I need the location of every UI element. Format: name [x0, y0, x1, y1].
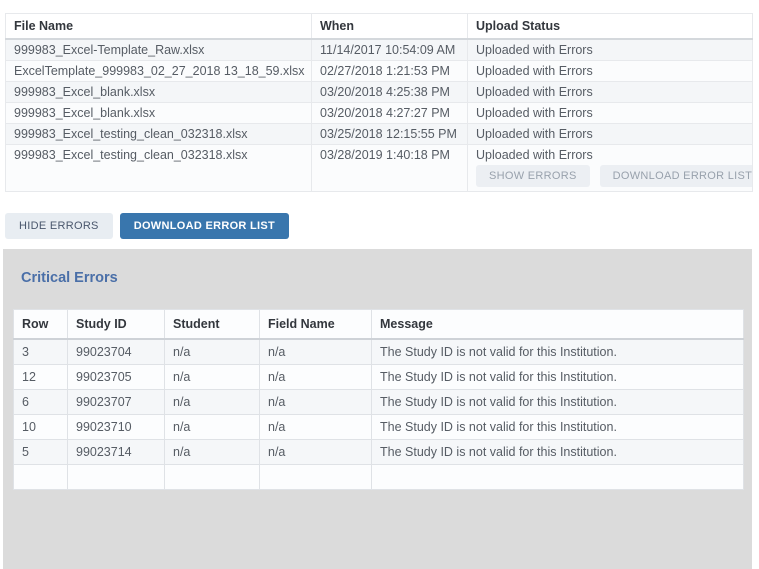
message-cell: The Study ID is not valid for this Insti… — [372, 390, 744, 415]
message-cell: The Study ID is not valid for this Insti… — [372, 415, 744, 440]
upload-table-row: ExcelTemplate_999983_02_27_2018 13_18_59… — [6, 61, 753, 82]
upload-status-cell: Uploaded with ErrorsSHOW ERRORSDOWNLOAD … — [468, 145, 753, 192]
upload-status-text: Uploaded with Errors — [476, 106, 593, 120]
field-name-cell: n/a — [260, 365, 372, 390]
show-errors-button[interactable]: SHOW ERRORS — [476, 165, 590, 187]
student-cell: n/a — [165, 339, 260, 365]
column-header-study-id: Study ID — [68, 310, 165, 340]
download-error-list-button-primary[interactable]: DOWNLOAD ERROR LIST — [120, 213, 289, 239]
student-cell: n/a — [165, 440, 260, 465]
upload-table-row: 999983_Excel_blank.xlsx03/20/2018 4:25:3… — [6, 82, 753, 103]
study-id-cell: 99023710 — [68, 415, 165, 440]
file-name-cell: 999983_Excel_blank.xlsx — [6, 82, 312, 103]
student-cell: n/a — [165, 365, 260, 390]
upload-status-text: Uploaded with Errors — [476, 148, 593, 162]
critical-errors-panel: Critical Errors Row Study ID Student Fie… — [3, 249, 752, 569]
student-cell: n/a — [165, 415, 260, 440]
column-header-when: When — [312, 14, 468, 40]
error-table-row: 1299023705n/an/aThe Study ID is not vali… — [14, 365, 744, 390]
study-id-cell: 99023705 — [68, 365, 165, 390]
row-cell: 6 — [14, 390, 68, 415]
upload-status-text: Uploaded with Errors — [476, 85, 593, 99]
column-header-message: Message — [372, 310, 744, 340]
upload-status-text: Uploaded with Errors — [476, 127, 593, 141]
when-cell: 03/20/2018 4:25:38 PM — [312, 82, 468, 103]
errors-table-header-row: Row Study ID Student Field Name Message — [14, 310, 744, 340]
upload-status-text: Uploaded with Errors — [476, 64, 593, 78]
error-table-row: 1099023710n/an/aThe Study ID is not vali… — [14, 415, 744, 440]
message-cell: The Study ID is not valid for this Insti… — [372, 365, 744, 390]
error-table-row: 399023704n/an/aThe Study ID is not valid… — [14, 339, 744, 365]
upload-table-row: 999983_Excel-Template_Raw.xlsx11/14/2017… — [6, 39, 753, 61]
file-name-cell: 999983_Excel_testing_clean_032318.xlsx — [6, 124, 312, 145]
column-header-upload-status: Upload Status — [468, 14, 753, 40]
field-name-cell: n/a — [260, 339, 372, 365]
message-cell: The Study ID is not valid for this Insti… — [372, 440, 744, 465]
when-cell: 03/20/2018 4:27:27 PM — [312, 103, 468, 124]
message-cell — [372, 465, 744, 490]
error-table-row: 599023714n/an/aThe Study ID is not valid… — [14, 440, 744, 465]
study-id-cell: 99023714 — [68, 440, 165, 465]
row-cell: 12 — [14, 365, 68, 390]
when-cell: 11/14/2017 10:54:09 AM — [312, 39, 468, 61]
upload-status-cell: Uploaded with Errors — [468, 61, 753, 82]
error-actions-toolbar: HIDE ERRORS DOWNLOAD ERROR LIST — [5, 213, 759, 239]
file-name-cell: 999983_Excel_blank.xlsx — [6, 103, 312, 124]
error-table-row-partial — [14, 465, 744, 490]
upload-status-cell: Uploaded with Errors — [468, 82, 753, 103]
field-name-cell: n/a — [260, 415, 372, 440]
download-error-list-button[interactable]: DOWNLOAD ERROR LIST — [600, 165, 753, 187]
column-header-row: Row — [14, 310, 68, 340]
field-name-cell: n/a — [260, 440, 372, 465]
student-cell: n/a — [165, 390, 260, 415]
file-name-cell: ExcelTemplate_999983_02_27_2018 13_18_59… — [6, 61, 312, 82]
upload-table-row: 999983_Excel_testing_clean_032318.xlsx03… — [6, 145, 753, 192]
row-cell: 5 — [14, 440, 68, 465]
study-id-cell — [68, 465, 165, 490]
message-cell: The Study ID is not valid for this Insti… — [372, 339, 744, 365]
upload-status-text: Uploaded with Errors — [476, 43, 593, 57]
row-error-buttons: SHOW ERRORSDOWNLOAD ERROR LIST — [476, 165, 744, 187]
column-header-student: Student — [165, 310, 260, 340]
critical-errors-table: Row Study ID Student Field Name Message … — [13, 309, 744, 490]
row-cell: 10 — [14, 415, 68, 440]
row-cell — [14, 465, 68, 490]
upload-table-row: 999983_Excel_testing_clean_032318.xlsx03… — [6, 124, 753, 145]
file-name-cell: 999983_Excel_testing_clean_032318.xlsx — [6, 145, 312, 192]
upload-table-row: 999983_Excel_blank.xlsx03/20/2018 4:27:2… — [6, 103, 753, 124]
file-name-cell: 999983_Excel-Template_Raw.xlsx — [6, 39, 312, 61]
upload-status-cell: Uploaded with Errors — [468, 103, 753, 124]
student-cell — [165, 465, 260, 490]
column-header-field-name: Field Name — [260, 310, 372, 340]
field-name-cell: n/a — [260, 390, 372, 415]
column-header-file-name: File Name — [6, 14, 312, 40]
study-id-cell: 99023707 — [68, 390, 165, 415]
upload-status-cell: Uploaded with Errors — [468, 39, 753, 61]
upload-history-table: File Name When Upload Status 999983_Exce… — [5, 13, 753, 192]
upload-status-cell: Uploaded with Errors — [468, 124, 753, 145]
hide-errors-button[interactable]: HIDE ERRORS — [5, 213, 113, 239]
study-id-cell: 99023704 — [68, 339, 165, 365]
error-table-row: 699023707n/an/aThe Study ID is not valid… — [14, 390, 744, 415]
row-cell: 3 — [14, 339, 68, 365]
field-name-cell — [260, 465, 372, 490]
upload-table-header-row: File Name When Upload Status — [6, 14, 753, 40]
when-cell: 02/27/2018 1:21:53 PM — [312, 61, 468, 82]
when-cell: 03/25/2018 12:15:55 PM — [312, 124, 468, 145]
when-cell: 03/28/2019 1:40:18 PM — [312, 145, 468, 192]
critical-errors-title: Critical Errors — [21, 270, 742, 286]
